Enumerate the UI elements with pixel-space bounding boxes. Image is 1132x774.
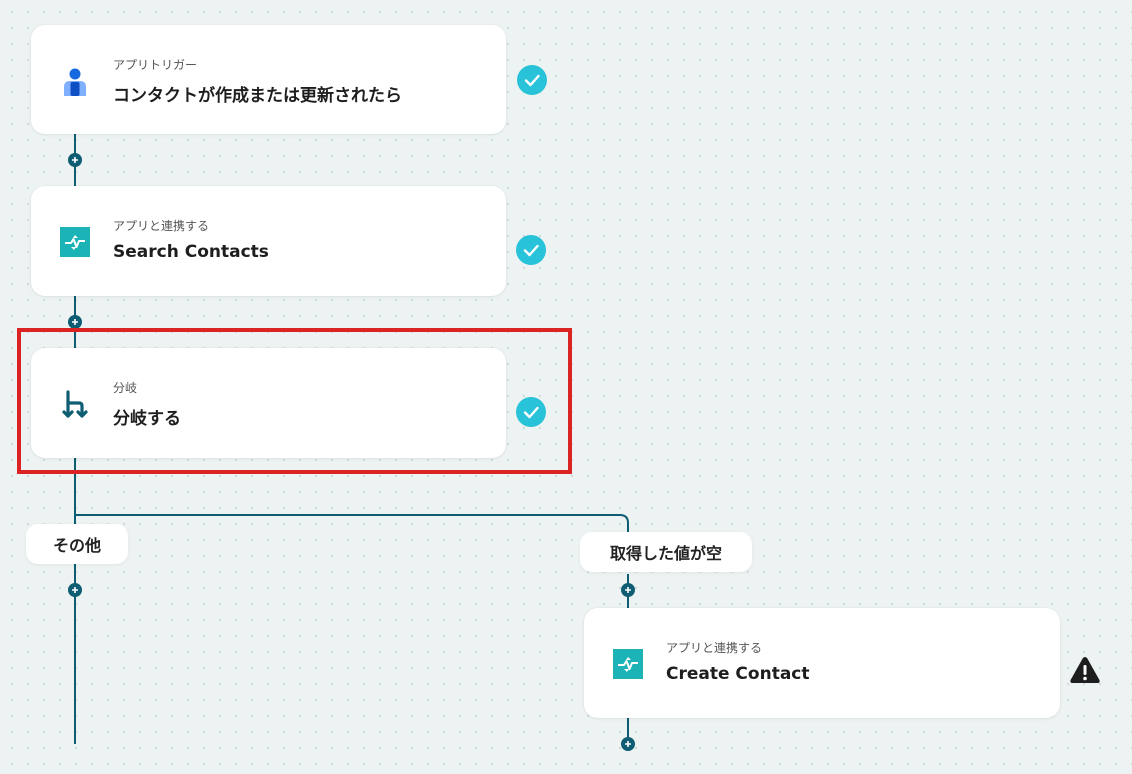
- step-card-create-contact[interactable]: アプリと連携する Create Contact: [584, 608, 1060, 718]
- connector-branch-right-top: [75, 514, 629, 532]
- add-step-button[interactable]: [68, 315, 82, 329]
- step-title: コンタクトが作成または更新されたら: [113, 86, 402, 106]
- step-subtitle: アプリトリガー: [113, 58, 198, 72]
- app-logo-icon: [613, 649, 643, 679]
- step-subtitle: アプリと連携する: [666, 641, 763, 655]
- flow-canvas: アプリトリガー コンタクトが作成または更新されたら アプリと連携する Searc…: [0, 0, 1132, 774]
- app-logo-icon: [60, 227, 90, 257]
- check-icon: [517, 65, 547, 95]
- add-step-button[interactable]: [621, 583, 635, 597]
- step-card-search-contacts[interactable]: アプリと連携する Search Contacts: [31, 186, 506, 296]
- step-subtitle: アプリと連携する: [113, 219, 210, 233]
- branch-label-empty-value[interactable]: 取得した値が空: [580, 532, 752, 572]
- step-title: Search Contacts: [113, 242, 269, 262]
- step-title: Create Contact: [666, 664, 810, 684]
- highlight-box: [17, 328, 572, 474]
- step-card-trigger[interactable]: アプリトリガー コンタクトが作成または更新されたら: [31, 25, 506, 134]
- add-step-button[interactable]: [68, 153, 82, 167]
- add-step-button[interactable]: [621, 737, 635, 751]
- person-icon: [64, 68, 86, 96]
- branch-label-other[interactable]: その他: [26, 524, 128, 564]
- check-icon: [516, 235, 546, 265]
- warning-icon: [1070, 657, 1100, 683]
- add-step-button[interactable]: [68, 583, 82, 597]
